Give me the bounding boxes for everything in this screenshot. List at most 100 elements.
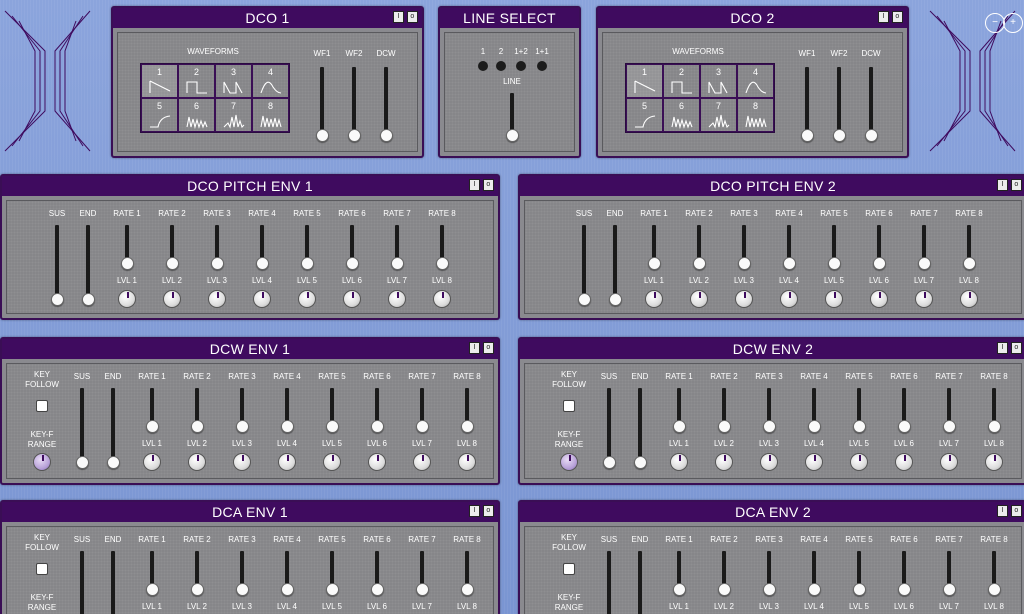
- lvl-2-knob[interactable]: [188, 453, 206, 471]
- dco2-power-button[interactable]: o: [892, 11, 903, 23]
- dco2-waveform-6[interactable]: 6: [663, 98, 700, 132]
- line-slider-handle[interactable]: [505, 128, 519, 142]
- dco2-wf1-slider[interactable]: [805, 67, 809, 137]
- end-slider[interactable]: [86, 225, 90, 299]
- dcw_env2-power-button[interactable]: o: [1011, 342, 1022, 354]
- rate-6-handle[interactable]: [345, 256, 359, 270]
- dco1-waveform-3[interactable]: 3: [215, 64, 252, 98]
- rate-4-handle[interactable]: [807, 419, 821, 433]
- dco2-waveform-1[interactable]: 1: [626, 64, 663, 98]
- dcw_env2-info-button[interactable]: I: [997, 342, 1008, 354]
- lvl-7-knob[interactable]: [388, 290, 406, 308]
- pitch_env1-power-button[interactable]: o: [483, 179, 494, 191]
- rate-7-handle[interactable]: [942, 582, 956, 596]
- lvl-4-knob[interactable]: [278, 453, 296, 471]
- key-follow-checkbox[interactable]: [36, 400, 48, 412]
- lvl-3-knob[interactable]: [735, 290, 753, 308]
- rate-1-handle[interactable]: [672, 582, 686, 596]
- rate-2-handle[interactable]: [717, 419, 731, 433]
- lvl-8-knob[interactable]: [433, 290, 451, 308]
- lvl-7-knob[interactable]: [915, 290, 933, 308]
- dco1-waveform-1[interactable]: 1: [141, 64, 178, 98]
- rate-4-handle[interactable]: [280, 582, 294, 596]
- rate-6-handle[interactable]: [370, 582, 384, 596]
- sus-handle[interactable]: [75, 455, 89, 469]
- zoom-in-icon[interactable]: +: [1003, 13, 1023, 33]
- rate-3-handle[interactable]: [210, 256, 224, 270]
- lvl-7-knob[interactable]: [413, 453, 431, 471]
- sus-handle[interactable]: [50, 292, 64, 306]
- lvl-2-knob[interactable]: [690, 290, 708, 308]
- rate-1-handle[interactable]: [647, 256, 661, 270]
- lvl-4-knob[interactable]: [253, 290, 271, 308]
- dcw_env1-power-button[interactable]: o: [483, 342, 494, 354]
- keyf-range-knob[interactable]: [33, 453, 51, 471]
- end-slider[interactable]: [638, 551, 642, 614]
- lvl-3-knob[interactable]: [208, 290, 226, 308]
- rate-1-handle[interactable]: [145, 582, 159, 596]
- dco2-waveform-8[interactable]: 8: [737, 98, 774, 132]
- sus-slider[interactable]: [55, 225, 59, 299]
- dca_env1-power-button[interactable]: o: [483, 505, 494, 517]
- dco2-waveform-4[interactable]: 4: [737, 64, 774, 98]
- rate-2-handle[interactable]: [165, 256, 179, 270]
- rate-6-handle[interactable]: [370, 419, 384, 433]
- key-follow-checkbox[interactable]: [563, 563, 575, 575]
- dco1-waveform-8[interactable]: 8: [252, 98, 289, 132]
- lvl-5-knob[interactable]: [825, 290, 843, 308]
- lvl-2-knob[interactable]: [715, 453, 733, 471]
- lvl-6-knob[interactable]: [895, 453, 913, 471]
- sus-slider[interactable]: [80, 388, 84, 462]
- rate-1-handle[interactable]: [145, 419, 159, 433]
- rate-2-handle[interactable]: [717, 582, 731, 596]
- end-slider[interactable]: [111, 388, 115, 462]
- dco1-waveform-5[interactable]: 5: [141, 98, 178, 132]
- zoom-out-icon[interactable]: −: [985, 13, 1005, 33]
- rate-8-handle[interactable]: [987, 582, 1001, 596]
- rate-2-handle[interactable]: [190, 419, 204, 433]
- rate-5-handle[interactable]: [827, 256, 841, 270]
- rate-8-handle[interactable]: [460, 582, 474, 596]
- rate-5-handle[interactable]: [325, 582, 339, 596]
- line-option-2-led[interactable]: [496, 61, 506, 71]
- sus-handle[interactable]: [602, 455, 616, 469]
- dcw_env1-info-button[interactable]: I: [469, 342, 480, 354]
- dco1-wf2-handle[interactable]: [347, 128, 361, 142]
- end-slider[interactable]: [111, 551, 115, 614]
- keyf-range-knob[interactable]: [560, 453, 578, 471]
- lvl-4-knob[interactable]: [780, 290, 798, 308]
- lvl-3-knob[interactable]: [233, 453, 251, 471]
- rate-3-handle[interactable]: [762, 419, 776, 433]
- lvl-5-knob[interactable]: [323, 453, 341, 471]
- sus-slider[interactable]: [582, 225, 586, 299]
- end-handle[interactable]: [106, 455, 120, 469]
- dco1-waveform-2[interactable]: 2: [178, 64, 215, 98]
- dco1-dcw-handle[interactable]: [379, 128, 393, 142]
- lvl-4-knob[interactable]: [805, 453, 823, 471]
- dco2-wf2-slider[interactable]: [837, 67, 841, 137]
- end-handle[interactable]: [81, 292, 95, 306]
- end-slider[interactable]: [638, 388, 642, 462]
- rate-5-handle[interactable]: [325, 419, 339, 433]
- rate-4-handle[interactable]: [280, 419, 294, 433]
- lvl-5-knob[interactable]: [298, 290, 316, 308]
- sus-slider[interactable]: [80, 551, 84, 614]
- lvl-6-knob[interactable]: [368, 453, 386, 471]
- rate-3-handle[interactable]: [235, 419, 249, 433]
- rate-3-handle[interactable]: [762, 582, 776, 596]
- lvl-7-knob[interactable]: [940, 453, 958, 471]
- rate-3-handle[interactable]: [235, 582, 249, 596]
- line-option-1-led[interactable]: [478, 61, 488, 71]
- lvl-1-knob[interactable]: [118, 290, 136, 308]
- rate-8-handle[interactable]: [460, 419, 474, 433]
- rate-1-handle[interactable]: [672, 419, 686, 433]
- dco1-power-button[interactable]: o: [407, 11, 418, 23]
- rate-6-handle[interactable]: [897, 582, 911, 596]
- dco2-wf1-handle[interactable]: [800, 128, 814, 142]
- pitch_env1-info-button[interactable]: I: [469, 179, 480, 191]
- dco1-waveform-7[interactable]: 7: [215, 98, 252, 132]
- lvl-1-knob[interactable]: [670, 453, 688, 471]
- end-slider[interactable]: [613, 225, 617, 299]
- rate-7-handle[interactable]: [415, 419, 429, 433]
- rate-8-handle[interactable]: [987, 419, 1001, 433]
